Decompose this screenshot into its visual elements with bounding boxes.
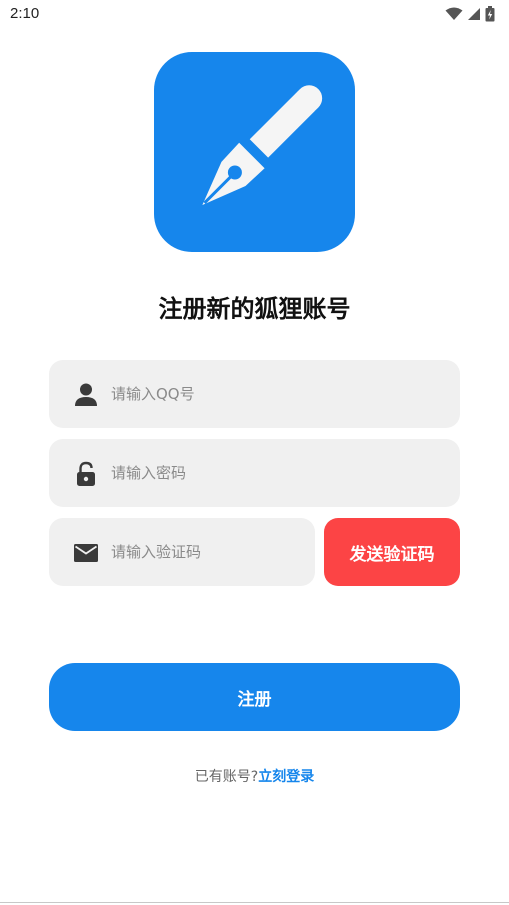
app-logo (154, 52, 355, 252)
wifi-icon (445, 7, 463, 20)
status-bar: 2:10 (0, 0, 509, 30)
status-icons (445, 6, 495, 22)
send-code-button[interactable]: 发送验证码 (324, 518, 460, 586)
cellular-signal-icon (468, 8, 480, 20)
register-button[interactable]: 注册 (49, 663, 460, 731)
password-input[interactable] (111, 439, 391, 507)
qq-number-field[interactable] (49, 360, 460, 428)
password-field[interactable] (49, 439, 460, 507)
mail-icon (74, 544, 98, 562)
login-prompt: 已有账号?立刻登录 (0, 766, 509, 786)
login-prompt-text: 已有账号? (194, 769, 259, 785)
verification-code-input[interactable] (111, 518, 301, 586)
bottom-divider (0, 902, 509, 903)
lock-icon (77, 461, 95, 486)
battery-charging-icon (485, 6, 495, 22)
verification-code-field[interactable] (49, 518, 315, 586)
login-link[interactable]: 立刻登录 (258, 769, 314, 785)
status-time: 2:10 (10, 5, 40, 22)
qq-number-input[interactable] (111, 360, 391, 428)
fountain-pen-icon (202, 85, 323, 206)
page-title: 注册新的狐狸账号 (158, 295, 351, 323)
user-icon (75, 383, 97, 406)
